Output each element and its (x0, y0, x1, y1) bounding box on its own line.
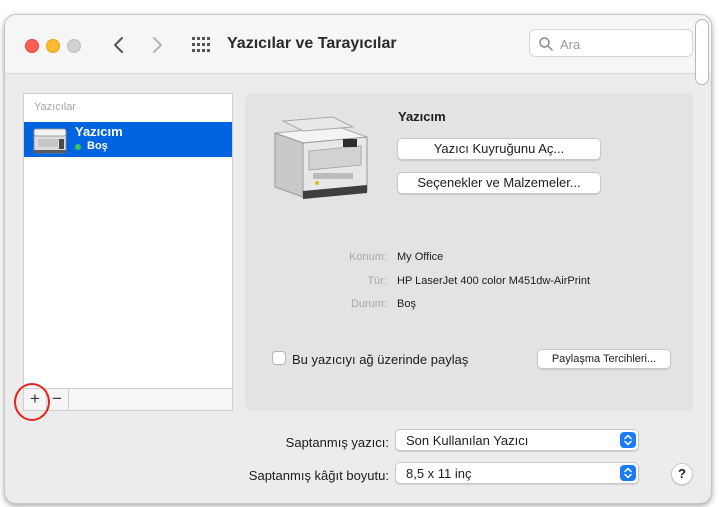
chevron-updown-icon (620, 465, 636, 481)
show-all-button[interactable] (191, 37, 211, 53)
default-printer-label: Saptanmış yazıcı: (285, 435, 389, 450)
preferences-window: Yazıcılar ve Tarayıcılar Yazıcılar Yazıc… (4, 14, 712, 504)
options-supplies-button[interactable]: Seçenekler ve Malzemeler... (397, 172, 601, 194)
search-field[interactable] (529, 29, 693, 57)
help-button[interactable]: ? (671, 463, 693, 485)
default-printer-select[interactable]: Son Kullanılan Yazıcı (395, 429, 639, 451)
search-input[interactable] (558, 34, 692, 54)
scrollbar-handle[interactable] (695, 19, 709, 85)
default-printer-value: Son Kullanılan Yazıcı (406, 433, 529, 448)
chevron-updown-icon (620, 432, 636, 448)
forward-icon (153, 37, 162, 53)
kind-value: HP LaserJet 400 color M451dw-AirPrint (397, 275, 590, 287)
printer-list-item-status: Boş (87, 140, 108, 152)
kind-label: Tür: (367, 275, 387, 287)
back-icon (114, 37, 123, 53)
printer-name: Yazıcım (398, 109, 446, 124)
search-icon (539, 37, 553, 51)
status-value: Boş (397, 298, 416, 310)
open-print-queue-button[interactable]: Yazıcı Kuyruğunu Aç... (397, 138, 601, 160)
share-printer-label: Bu yazıcıyı ağ üzerinde paylaş (292, 352, 469, 367)
printer-list: Yazıcılar Yazıcım Boş (23, 93, 233, 389)
forward-button[interactable] (147, 34, 167, 56)
paper-size-select[interactable]: 8,5 x 11 inç (395, 462, 639, 484)
add-button-highlight (14, 383, 50, 421)
sharing-preferences-button[interactable]: Paylaşma Tercihleri... (537, 349, 671, 369)
printer-image (274, 116, 368, 199)
printer-list-header: Yazıcılar (34, 101, 76, 113)
share-printer-checkbox[interactable] (272, 351, 286, 365)
zoom-window-button[interactable] (67, 39, 81, 53)
status-dot (75, 144, 81, 150)
back-button[interactable] (109, 34, 129, 56)
grid-icon (192, 37, 210, 52)
printer-detail-panel: Yazıcım Yazıcı Kuyruğunu Aç... Seçenekle… (245, 93, 693, 411)
window-title: Yazıcılar ve Tarayıcılar (227, 35, 397, 52)
printer-list-item-name: Yazıcım (75, 124, 123, 139)
status-label: Durum: (350, 298, 387, 310)
printer-list-item[interactable]: Yazıcım Boş (24, 122, 232, 157)
printer-icon (33, 128, 67, 154)
list-footer: + − (23, 389, 233, 411)
paper-size-value: 8,5 x 11 inç (406, 466, 472, 481)
location-value: My Office (397, 251, 444, 263)
paper-size-label: Saptanmış kâğıt boyutu: (248, 468, 389, 483)
minimize-window-button[interactable] (46, 39, 60, 53)
titlebar: Yazıcılar ve Tarayıcılar (5, 15, 711, 74)
location-label: Konum: (349, 251, 387, 263)
close-window-button[interactable] (25, 39, 39, 53)
